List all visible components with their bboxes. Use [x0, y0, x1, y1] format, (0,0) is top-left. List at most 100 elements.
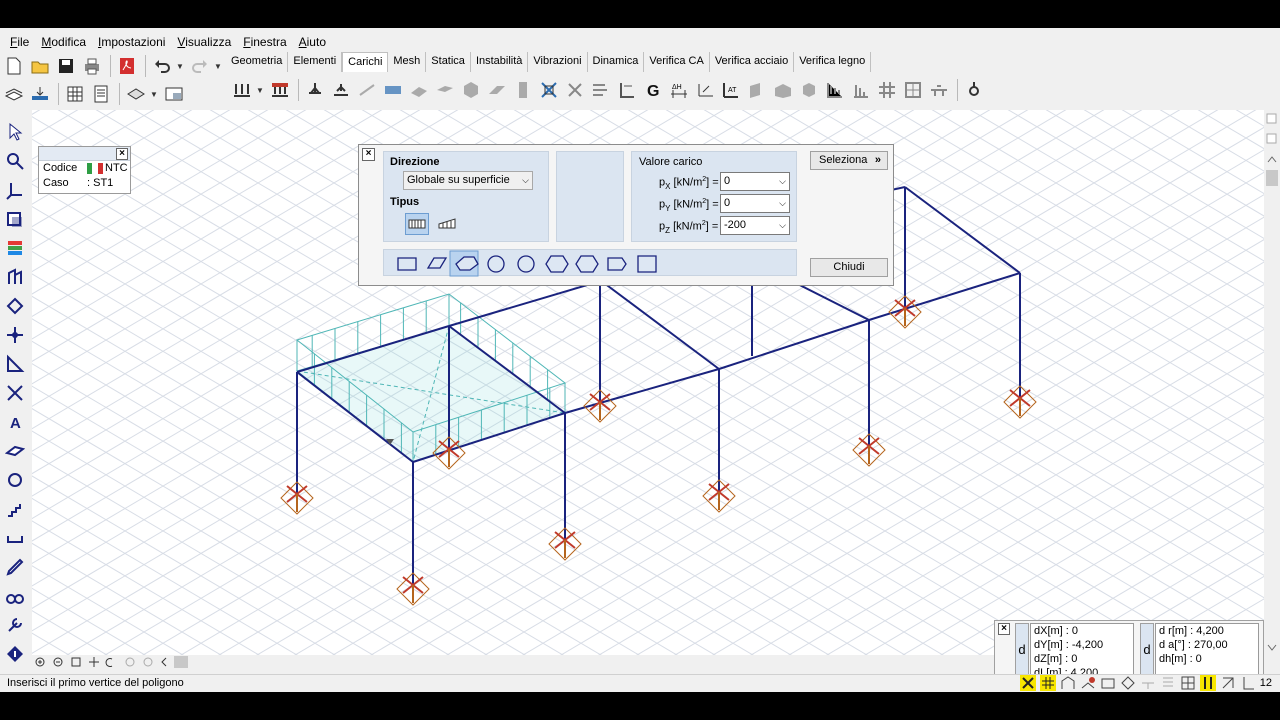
wall-load-button[interactable] — [511, 78, 535, 102]
snap-list-icon[interactable] — [1160, 675, 1176, 691]
gravity-button[interactable]: G — [641, 78, 665, 102]
tab-verifica-ca[interactable]: Verifica CA — [644, 52, 710, 72]
save-button[interactable] — [54, 54, 78, 78]
polygon-shape-3-icon[interactable] — [449, 250, 479, 277]
menu-file[interactable]: File — [4, 33, 35, 51]
snap-node-icon[interactable] — [1080, 675, 1096, 691]
rotate-tool[interactable] — [3, 468, 27, 492]
menu-finestra[interactable]: Finestra — [237, 33, 292, 51]
cut-tool[interactable] — [3, 381, 27, 405]
load-panel-close-icon[interactable]: × — [362, 148, 375, 161]
coord-mode-indicator[interactable]: 12 — [1260, 675, 1272, 691]
tab-carichi[interactable]: Carichi — [342, 52, 389, 72]
wrench-tool[interactable] — [3, 613, 27, 637]
report-button[interactable] — [89, 82, 113, 106]
tab-elementi[interactable]: Elementi — [288, 52, 343, 72]
polygon-shape-2-icon[interactable] — [426, 257, 448, 269]
menu-visualizza[interactable]: Visualizza — [171, 33, 237, 51]
support-button[interactable] — [303, 78, 327, 102]
polygon-shape-1-icon[interactable] — [397, 257, 417, 271]
element-tool[interactable] — [3, 207, 27, 231]
redo-button[interactable] — [188, 54, 212, 78]
code-box-close-icon[interactable]: × — [116, 148, 128, 160]
redo-dropdown[interactable]: ▼ — [214, 54, 222, 78]
binoculars-tool[interactable] — [3, 584, 27, 608]
color-tool[interactable] — [3, 236, 27, 260]
tab-statica[interactable]: Statica — [426, 52, 471, 72]
panel-load-button[interactable] — [745, 78, 769, 102]
open-file-button[interactable] — [28, 54, 52, 78]
direzione-select[interactable]: Globale su superficie ⌵ — [403, 171, 533, 190]
nodal-load-dropdown[interactable]: ▼ — [256, 78, 264, 102]
snap-ortho-icon[interactable] — [1220, 675, 1236, 691]
menu-impostazioni[interactable]: Impostazioni — [92, 33, 171, 51]
select-load-button[interactable] — [537, 78, 561, 102]
snap-surface-icon[interactable] — [1100, 675, 1116, 691]
node-tool[interactable] — [3, 294, 27, 318]
pointer-tool[interactable] — [3, 120, 27, 144]
grid-delete-button[interactable] — [901, 78, 925, 102]
snow-load-button[interactable] — [615, 78, 639, 102]
panel2-load-button[interactable] — [771, 78, 795, 102]
distributed-load-button[interactable] — [381, 78, 405, 102]
move-tool[interactable] — [3, 323, 27, 347]
pz-input[interactable]: -200 ⌵ — [720, 216, 790, 235]
undo-dropdown[interactable]: ▼ — [176, 54, 184, 78]
pencil-tool[interactable] — [3, 555, 27, 579]
tab-dinamica[interactable]: Dinamica — [587, 52, 645, 72]
py-input[interactable]: 0 ⌵ — [720, 194, 790, 213]
tab-verifica-acciaio[interactable]: Verifica acciaio — [709, 52, 795, 72]
seleziona-button[interactable]: Seleziona » — [810, 151, 888, 170]
plate-load-button[interactable] — [407, 78, 431, 102]
frame-tool[interactable] — [3, 265, 27, 289]
render-button[interactable] — [124, 82, 148, 106]
snap-grid-icon[interactable] — [1039, 675, 1056, 691]
snap-perpendicular-icon[interactable] — [1140, 675, 1156, 691]
snap-midpoint-icon[interactable] — [1120, 675, 1136, 691]
tab-geometria[interactable]: Geometria — [226, 52, 289, 72]
level-button[interactable] — [28, 82, 52, 106]
polygon-shape-4-icon[interactable] — [487, 255, 505, 273]
uniform-load-type-button[interactable] — [405, 213, 429, 235]
text-tool[interactable]: A — [3, 410, 27, 434]
rotate-load-button[interactable] — [797, 78, 821, 102]
hexagon-load-button[interactable] — [459, 78, 483, 102]
delete-load-button[interactable] — [563, 78, 587, 102]
table-button[interactable] — [63, 82, 87, 106]
tab-mesh[interactable]: Mesh — [388, 52, 427, 72]
polygon-shape-9-icon[interactable] — [637, 255, 657, 273]
snap-axis-icon[interactable] — [1240, 675, 1256, 691]
snap-grid2-icon[interactable] — [1180, 675, 1196, 691]
axes-tool[interactable] — [3, 178, 27, 202]
print-button[interactable] — [80, 54, 104, 78]
snap-cross-icon[interactable] — [1019, 675, 1036, 691]
angle-button[interactable]: AT — [719, 78, 743, 102]
spring-button[interactable] — [329, 78, 353, 102]
settings-button[interactable] — [962, 78, 986, 102]
render-dropdown[interactable]: ▼ — [150, 82, 158, 106]
plane-tool[interactable] — [3, 439, 27, 463]
undo-button[interactable] — [150, 54, 174, 78]
snap-frame-icon[interactable] — [1060, 675, 1076, 691]
info-tool[interactable] — [3, 642, 27, 666]
tab-instabilita[interactable]: Instabilità — [470, 52, 529, 72]
polygon-shape-6-icon[interactable] — [545, 255, 569, 273]
graph-button[interactable] — [823, 78, 847, 102]
crane-button[interactable] — [927, 78, 951, 102]
section-tool[interactable] — [3, 352, 27, 376]
snap-vertical-icon[interactable] — [1199, 675, 1216, 691]
px-input[interactable]: 0 ⌵ — [720, 172, 790, 191]
tab-verifica-legno[interactable]: Verifica legno — [794, 52, 872, 72]
window-button[interactable] — [162, 82, 186, 106]
zoom-tool[interactable] — [3, 149, 27, 173]
new-file-button[interactable] — [2, 54, 26, 78]
beam-load-button[interactable] — [268, 78, 292, 102]
polygon-shape-5-icon[interactable] — [517, 255, 535, 273]
coord-panel-close-icon[interactable]: × — [998, 623, 1010, 635]
stair-tool[interactable] — [3, 497, 27, 521]
menu-modifica[interactable]: Modifica — [35, 33, 92, 51]
variable-load-type-button[interactable] — [435, 213, 459, 235]
dim-y-button[interactable] — [693, 78, 717, 102]
wind-load-button[interactable] — [589, 78, 613, 102]
nodal-load-button[interactable] — [230, 78, 254, 102]
